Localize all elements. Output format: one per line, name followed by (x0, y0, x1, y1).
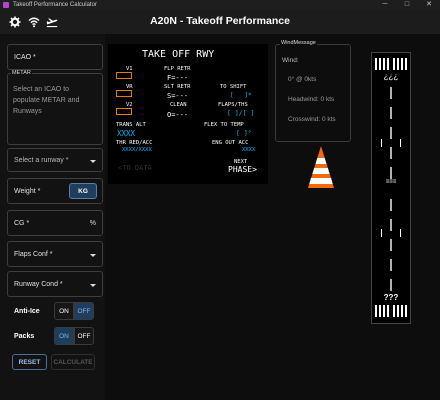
runway-placeholder: Select a runway * (14, 157, 69, 164)
clean-label: CLEAN (170, 102, 187, 108)
anti-ice-on-button[interactable]: ON (54, 302, 74, 320)
metar-hint-line: Select an ICAO to (13, 86, 70, 93)
runway-bottom-designator: ??? (383, 293, 399, 302)
flp-retr-value: F=--- (167, 74, 189, 82)
anti-ice-label: Anti-Ice (14, 308, 40, 315)
windsock-icon (308, 146, 334, 188)
eng-out-acc-value[interactable]: XXXX (242, 147, 255, 153)
window-title: Takeoff Performance Calculator (13, 2, 97, 8)
next-phase-prompt[interactable]: PHASE> (228, 165, 257, 174)
mcdu-display: TAKE OFF RWY V1 FLP RETR F=--- VR SLT RE… (108, 44, 268, 184)
anti-ice-off-button[interactable]: OFF (74, 302, 94, 320)
cg-unit: % (89, 220, 96, 227)
to-shift-label: TO SHIFT (220, 84, 247, 90)
cg-label: CG * (14, 220, 30, 227)
flaps-ths-label: FLAPS/THS (218, 102, 248, 108)
cg-input[interactable]: CG * % (7, 210, 103, 236)
window-title-bar: Takeoff Performance Calculator ─ □ ✕ (0, 0, 440, 10)
wind-label: Wind: (282, 57, 299, 64)
slt-retr-label: SLT RETR (164, 84, 191, 90)
wind-value: 0° @ 0kts (288, 76, 317, 83)
runway-cond-select[interactable]: Runway Cond * (7, 271, 103, 297)
metar-hint-line: populate METAR and (13, 97, 80, 104)
weight-label: Weight * (14, 188, 41, 195)
wind-message-legend: WindMessage (280, 40, 317, 46)
packs-label: Packs (14, 333, 35, 340)
packs-off-button[interactable]: OFF (74, 327, 94, 345)
weight-input[interactable]: Weight * KG (7, 178, 103, 204)
trans-alt-value[interactable]: XXXX (117, 129, 135, 138)
runway-diagram: ¿¿¿ ≡≡≡ ??? (371, 52, 411, 324)
to-shift-value[interactable]: [ ]* (230, 92, 252, 99)
v2-input-box[interactable] (116, 108, 132, 115)
trans-alt-label: TRANS ALT (116, 122, 146, 128)
minimize-button[interactable]: ─ (374, 0, 396, 10)
headwind-value: Headwind: 0 kts (288, 96, 335, 103)
crosswind-value: Crosswind: 0 kts (288, 116, 336, 123)
flex-to-temp-value[interactable]: [ ]° (236, 129, 252, 137)
close-button[interactable]: ✕ (418, 0, 440, 10)
calculate-button[interactable]: CALCULATE (51, 354, 95, 370)
packs-on-button[interactable]: ON (54, 327, 74, 345)
thr-red-acc-value[interactable]: XXXX/XXXX (122, 147, 152, 153)
vr-input-box[interactable] (116, 90, 132, 97)
clean-value: O=--- (167, 111, 189, 119)
metar-hint: Select an ICAO to populate METAR and Run… (13, 84, 79, 117)
chevron-down-icon (90, 254, 96, 257)
thr-red-acc-label: THR RED/ACC (116, 140, 153, 146)
slt-retr-value: S=--- (167, 92, 189, 100)
flp-retr-label: FLP RETR (164, 66, 191, 72)
reset-button[interactable]: RESET (12, 354, 47, 370)
eng-out-acc-label: ENG OUT ACC (212, 140, 249, 146)
flaps-conf-select[interactable]: Flaps Conf * (7, 241, 103, 267)
icao-label: ICAO * (14, 54, 36, 61)
to-data-prompt[interactable]: <TO DATA (118, 164, 152, 172)
metar-hint-line: Runways (13, 108, 42, 115)
runway-cond-label: Runway Cond * (14, 281, 63, 288)
flex-to-temp-label: FLEX TO TEMP (204, 122, 244, 128)
runway-markings (375, 58, 407, 317)
input-sidebar: ICAO * METAR Select an ICAO to populate … (0, 34, 105, 400)
icao-input[interactable]: ICAO * (7, 44, 103, 70)
metar-field[interactable]: METAR Select an ICAO to populate METAR a… (7, 70, 103, 145)
page-title: A20N - Takeoff Performance (150, 15, 290, 27)
runway-select[interactable]: Select a runway * (7, 148, 103, 172)
runway-mid-marker: ≡≡≡ (385, 179, 397, 185)
metar-label: METAR (11, 70, 32, 76)
runway-top-designator: ¿¿¿ (383, 72, 399, 81)
weight-unit-toggle[interactable]: KG (69, 183, 97, 199)
chevron-down-icon (90, 284, 96, 287)
app-icon (3, 2, 9, 8)
maximize-button[interactable]: □ (396, 0, 418, 10)
flaps-ths-value[interactable]: [ ]/[ ] (227, 109, 254, 117)
v1-input-box[interactable] (116, 72, 132, 79)
mcdu-title: TAKE OFF RWY (142, 49, 215, 60)
chevron-down-icon (90, 160, 96, 163)
app-header: A20N - Takeoff Performance (0, 10, 440, 34)
wind-message-panel: WindMessage Wind: 0° @ 0kts Headwind: 0 … (275, 40, 351, 142)
flaps-conf-label: Flaps Conf * (14, 251, 53, 258)
